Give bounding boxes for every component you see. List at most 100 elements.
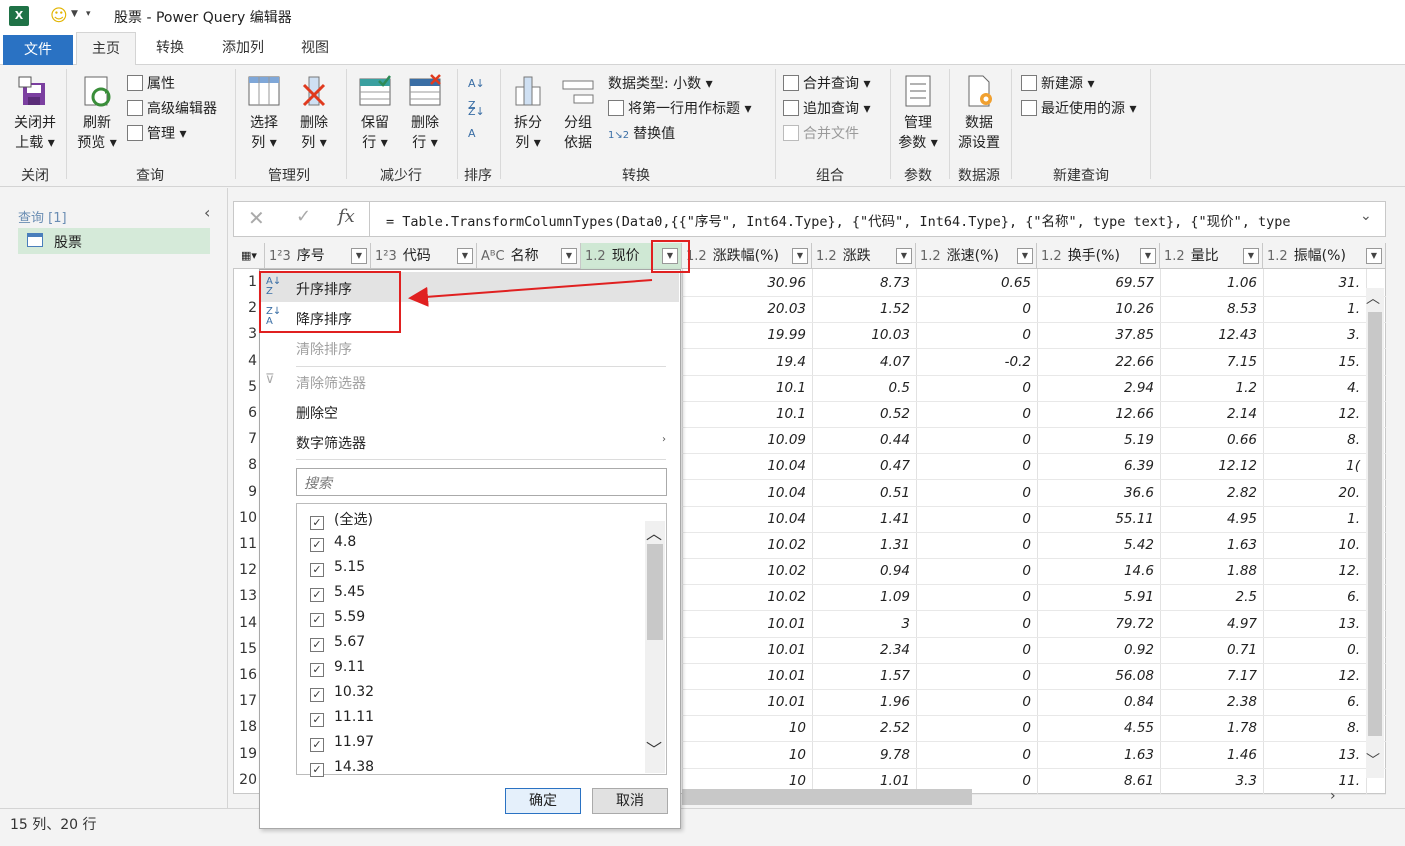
checkbox-checked-icon[interactable]: ✓ <box>310 638 324 652</box>
table-cell[interactable]: 1.2 <box>1160 380 1263 396</box>
table-cell[interactable]: 10.01 <box>682 642 812 658</box>
table-cell[interactable]: 4.95 <box>1160 511 1263 527</box>
checkbox-checked-icon[interactable]: ✓ <box>310 688 324 702</box>
column-filter-dropdown-icon[interactable]: ▼ <box>457 248 473 264</box>
filter-value-item[interactable]: ✓ 11.97 <box>310 734 374 752</box>
table-cell[interactable]: 0.71 <box>1160 642 1263 658</box>
column-header-1[interactable]: 1²3 代码 ▼ <box>371 243 477 269</box>
table-cell[interactable]: 6. <box>1263 694 1366 710</box>
column-header-5[interactable]: 1.2 涨跌 ▼ <box>812 243 916 269</box>
table-cell[interactable]: 10.09 <box>682 432 812 448</box>
table-cell[interactable]: 10.1 <box>682 380 812 396</box>
table-cell[interactable]: 10.02 <box>682 563 812 579</box>
table-cell[interactable]: 1.96 <box>812 694 916 710</box>
table-cell[interactable]: 0 <box>916 380 1037 396</box>
row-number[interactable]: 19 <box>234 746 260 762</box>
row-number[interactable]: 1 <box>234 274 260 290</box>
table-cell[interactable]: 1.41 <box>812 511 916 527</box>
table-cell[interactable]: 12.66 <box>1037 406 1160 422</box>
table-cell[interactable]: 4. <box>1263 380 1366 396</box>
column-filter-dropdown-icon[interactable]: ▼ <box>1366 248 1382 264</box>
row-number[interactable]: 7 <box>234 431 260 447</box>
table-cell[interactable]: 30.96 <box>682 275 812 291</box>
filter-value-item[interactable]: ✓ 5.45 <box>310 584 365 602</box>
column-header-8[interactable]: 1.2 量比 ▼ <box>1160 243 1263 269</box>
clear-filter-item[interactable]: 清除筛选器 <box>296 373 366 393</box>
checkbox-checked-icon[interactable]: ✓ <box>310 663 324 677</box>
table-cell[interactable]: 14.6 <box>1037 563 1160 579</box>
table-cell[interactable]: 10.04 <box>682 511 812 527</box>
row-number[interactable]: 11 <box>234 536 260 552</box>
split-column-button[interactable]: 拆分 列 ▾ <box>506 73 550 153</box>
table-cell[interactable]: 0.94 <box>812 563 916 579</box>
properties-button[interactable]: 属性 <box>127 73 175 95</box>
use-first-row-as-headers-button[interactable]: 将第一行用作标题 ▾ <box>608 98 751 120</box>
row-number[interactable]: 18 <box>234 719 260 735</box>
table-cell[interactable]: 69.57 <box>1037 275 1160 291</box>
row-number[interactable]: 5 <box>234 379 260 395</box>
checkbox-checked-icon[interactable]: ✓ <box>310 613 324 627</box>
number-filters-item[interactable]: 数字筛选器 <box>296 433 366 453</box>
row-number[interactable]: 12 <box>234 562 260 578</box>
table-cell[interactable]: 0 <box>916 301 1037 317</box>
checkbox-checked-icon[interactable]: ✓ <box>310 538 324 552</box>
table-cell[interactable]: 4.97 <box>1160 616 1263 632</box>
choose-columns-button[interactable]: 选择 列 ▾ <box>242 73 286 153</box>
sort-descending-ribbon-icon[interactable]: Z↓ A <box>468 101 485 145</box>
filter-value-item[interactable]: ✓ 4.8 <box>310 534 356 552</box>
table-cell[interactable]: 79.72 <box>1037 616 1160 632</box>
smiley-dropdown-icon[interactable]: ▼ <box>71 9 78 19</box>
checkbox-checked-icon[interactable]: ✓ <box>310 763 324 777</box>
column-header-9[interactable]: 1.2 振幅(%) ▼ <box>1263 243 1386 269</box>
column-header-0[interactable]: 1²3 序号 ▼ <box>265 243 371 269</box>
table-cell[interactable]: 1. <box>1263 511 1366 527</box>
table-cell[interactable]: 8.73 <box>812 275 916 291</box>
combine-files-button[interactable]: 合并文件 <box>783 123 859 145</box>
table-cell[interactable]: 7.15 <box>1160 354 1263 370</box>
table-cell[interactable]: 0 <box>916 720 1037 736</box>
table-cell[interactable]: 20.03 <box>682 301 812 317</box>
table-cell[interactable]: 15. <box>1263 354 1366 370</box>
tab-view[interactable]: 视图 <box>285 32 345 65</box>
table-cell[interactable]: 22.66 <box>1037 354 1160 370</box>
data-source-settings-button[interactable]: 数据 源设置 <box>954 73 1004 153</box>
column-filter-dropdown-icon[interactable]: ▼ <box>351 248 367 264</box>
table-cell[interactable]: 55.11 <box>1037 511 1160 527</box>
table-cell[interactable]: 6.39 <box>1037 458 1160 474</box>
advanced-editor-button[interactable]: 高级编辑器 <box>127 98 217 120</box>
recent-sources-button[interactable]: 最近使用的源 ▾ <box>1021 98 1136 120</box>
table-cell[interactable]: 10 <box>682 773 812 789</box>
new-source-button[interactable]: 新建源 ▾ <box>1021 73 1094 95</box>
table-cell[interactable]: 0 <box>916 432 1037 448</box>
table-cell[interactable]: 0 <box>916 563 1037 579</box>
cancel-button[interactable]: 取消 <box>592 788 668 814</box>
expand-formula-icon[interactable]: ⌄ <box>1360 208 1372 224</box>
table-cell[interactable]: 10.03 <box>812 327 916 343</box>
table-cell[interactable]: 0.84 <box>1037 694 1160 710</box>
column-filter-dropdown-icon[interactable]: ▼ <box>792 248 808 264</box>
table-cell[interactable]: 1.46 <box>1160 747 1263 763</box>
row-number[interactable]: 9 <box>234 484 260 500</box>
table-menu-icon[interactable]: ▦▾ <box>234 243 265 269</box>
remove-empty-item[interactable]: 删除空 <box>296 403 338 423</box>
table-cell[interactable]: 12.43 <box>1160 327 1263 343</box>
manage-button[interactable]: 管理 ▾ <box>127 123 186 145</box>
scroll-up-icon[interactable]: ︿ <box>1366 288 1380 308</box>
close-and-load-button[interactable]: 关闭并 上载 ▾ <box>8 73 62 153</box>
column-filter-dropdown-icon[interactable]: ▼ <box>1017 248 1033 264</box>
table-cell[interactable]: 19.4 <box>682 354 812 370</box>
formula-text[interactable]: = Table.TransformColumnTypes(Data0,{{"序号… <box>386 210 1356 230</box>
table-cell[interactable]: 0 <box>916 642 1037 658</box>
list-scroll-up-icon[interactable]: ︿ <box>646 520 662 544</box>
table-cell[interactable]: 31. <box>1263 275 1366 291</box>
merge-queries-button[interactable]: 合并查询 ▾ <box>783 73 870 95</box>
table-cell[interactable]: 12. <box>1263 668 1366 684</box>
row-number[interactable]: 4 <box>234 353 260 369</box>
table-cell[interactable]: 11. <box>1263 773 1366 789</box>
excel-app-icon[interactable]: X <box>9 6 29 26</box>
column-filter-dropdown-icon[interactable]: ▼ <box>1243 248 1259 264</box>
table-cell[interactable]: 0 <box>916 773 1037 789</box>
confirm-formula-icon[interactable]: ✓ <box>296 206 311 227</box>
table-cell[interactable]: 8.61 <box>1037 773 1160 789</box>
row-number[interactable]: 17 <box>234 693 260 709</box>
